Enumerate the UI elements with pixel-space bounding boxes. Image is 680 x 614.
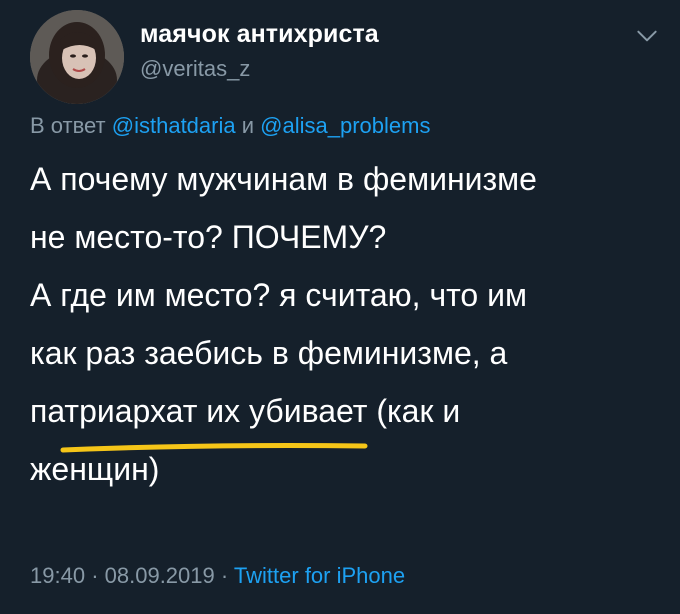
tweet-time[interactable]: 19:40 bbox=[30, 563, 85, 588]
tweet-source[interactable]: Twitter for iPhone bbox=[234, 563, 405, 588]
tweet-line: А почему мужчинам в феминизме bbox=[30, 161, 537, 197]
highlight-underline bbox=[60, 443, 368, 453]
tweet-line: не место-то? ПОЧЕМУ? bbox=[30, 219, 387, 255]
reply-mention-2[interactable]: @alisa_problems bbox=[260, 113, 430, 138]
avatar[interactable] bbox=[30, 10, 124, 104]
tweet-meta: 19:40 · 08.09.2019 · Twitter for iPhone bbox=[30, 563, 405, 589]
display-name[interactable]: маячок антихриста bbox=[140, 20, 379, 49]
reply-mention-1[interactable]: @isthatdaria bbox=[112, 113, 236, 138]
tweet-line: А где им место? я считаю, что им bbox=[30, 277, 527, 313]
meta-separator: · bbox=[91, 563, 99, 588]
reply-prefix: В ответ bbox=[30, 113, 106, 138]
reply-context: В ответ @isthatdaria и @alisa_problems bbox=[30, 113, 430, 139]
avatar-image bbox=[30, 10, 124, 104]
tweet-date[interactable]: 08.09.2019 bbox=[105, 563, 215, 588]
user-handle[interactable]: @veritas_z bbox=[140, 56, 250, 82]
tweet-line: как раз заебись в феминизме, а bbox=[30, 335, 508, 371]
tweet-line: патриархат их убивает (как и bbox=[30, 393, 461, 429]
meta-separator: · bbox=[220, 563, 229, 588]
reply-joiner: и bbox=[241, 113, 255, 138]
chevron-down-icon[interactable] bbox=[634, 23, 660, 49]
